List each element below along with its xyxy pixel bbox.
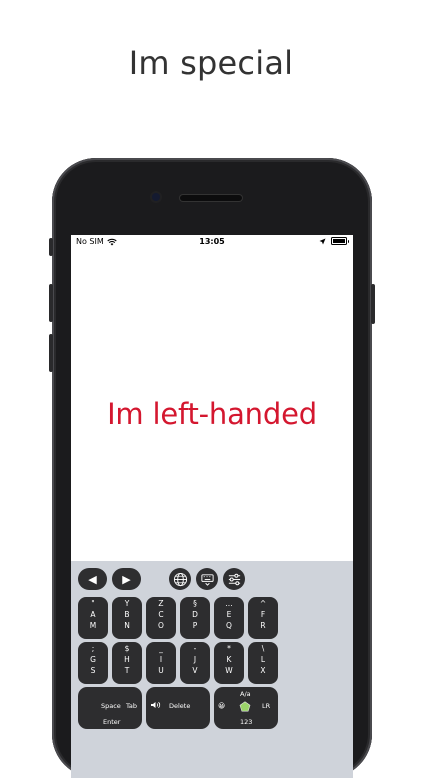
settings-button[interactable] <box>223 568 245 590</box>
globe-icon <box>173 572 187 586</box>
key-h[interactable]: $ H T <box>112 642 142 684</box>
cursor-right-button[interactable]: ▶ <box>112 568 141 590</box>
key-g[interactable]: ; G S <box>78 642 108 684</box>
headline: Im special <box>128 44 294 82</box>
power-button <box>371 284 375 324</box>
key-j[interactable]: -JV <box>180 642 210 684</box>
mute-switch <box>49 238 53 256</box>
key-c[interactable]: ZCO <box>146 597 176 639</box>
right-arrow-icon: ▶ <box>122 572 131 586</box>
front-camera <box>152 193 160 201</box>
phone-frame: No SIM 13:05 Im left-handed ◀ ▶ " A M Y … <box>49 158 375 778</box>
tab-label: Tab <box>126 702 138 710</box>
keyboard-dismiss-icon <box>200 573 214 586</box>
space-label: Space <box>101 702 121 710</box>
key-b[interactable]: YBN <box>112 597 142 639</box>
sliders-icon <box>228 573 240 585</box>
mode-key[interactable]: A/a 😀 LR 123 <box>214 687 278 729</box>
cursor-left-button[interactable]: ◀ <box>78 568 107 590</box>
left-arrow-icon: ◀ <box>88 572 97 586</box>
status-time: 13:05 <box>199 237 225 246</box>
key-a[interactable]: " A M <box>78 597 108 639</box>
space-tab-enter-key[interactable]: Space Tab Enter <box>78 687 142 729</box>
delete-label: Delete <box>169 702 191 710</box>
status-bar: No SIM 13:05 <box>71 235 353 249</box>
phone-screen: No SIM 13:05 Im left-handed ◀ ▶ " A M Y … <box>71 235 353 778</box>
keyboard: ◀ ▶ " A M Y B N Z C O § D P ... E Q ^ F … <box>71 561 353 778</box>
pentagon-icon <box>239 701 251 712</box>
volume-down-button <box>49 334 53 372</box>
key-e[interactable]: ... E Q <box>214 597 244 639</box>
battery-icon <box>331 237 349 245</box>
main-message: Im left-handed <box>107 397 317 431</box>
hide-keyboard-button[interactable] <box>196 568 218 590</box>
key-l[interactable]: \ L X <box>248 642 278 684</box>
emoji-icon: 😀 <box>218 702 226 710</box>
location-arrow-icon <box>319 238 326 244</box>
volume-up-button <box>49 284 53 322</box>
key-f[interactable]: ^ F R <box>248 597 278 639</box>
key-k[interactable]: * K W <box>214 642 244 684</box>
key-d[interactable]: § D P <box>180 597 210 639</box>
earpiece-speaker <box>180 195 242 201</box>
speaker-icon <box>151 701 161 709</box>
globe-button[interactable] <box>169 568 191 590</box>
lr-label: LR <box>262 702 271 710</box>
numbers-label: 123 <box>240 718 253 726</box>
case-toggle-label: A/a <box>240 690 251 698</box>
delete-key[interactable]: Delete <box>146 687 210 729</box>
enter-label: Enter <box>103 718 121 726</box>
key-i[interactable]: _ I U <box>146 642 176 684</box>
